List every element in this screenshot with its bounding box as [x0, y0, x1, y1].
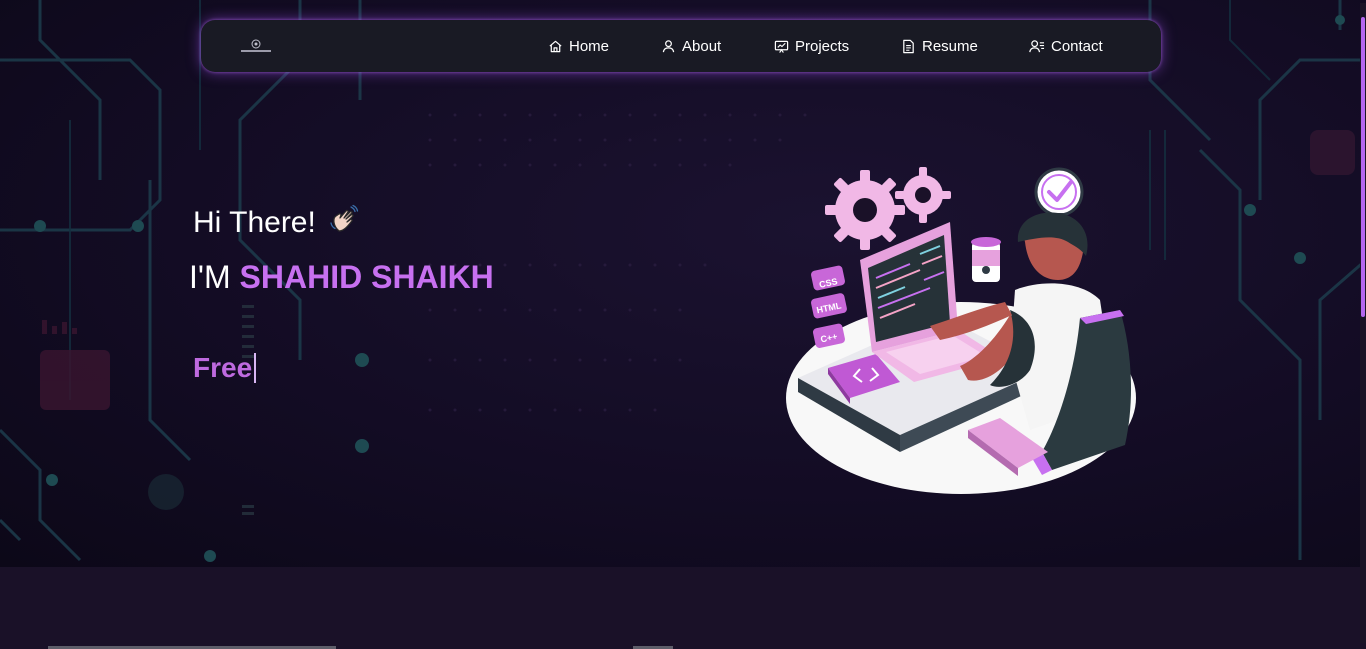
nav-projects-label: Projects [795, 37, 850, 55]
hero-name: SHAHID SHAIKH [239, 259, 494, 295]
home-icon [549, 40, 562, 52]
wave-emoji-icon [328, 203, 360, 243]
typewriter-text: Free [193, 352, 257, 384]
next-section [0, 567, 1366, 649]
code-tags: CSS HTML C++ [811, 265, 847, 348]
navbar: Home About Projects Resume Contact [201, 20, 1161, 72]
nav-resume-label: Resume [922, 37, 978, 55]
greeting-text: Hi There! [193, 206, 316, 239]
typed-text: Free [193, 352, 253, 383]
portfolio-page: Home About Projects Resume Contact Hi Th… [0, 0, 1366, 649]
user-icon [662, 39, 675, 52]
hero-name-line: I'M SHAHID SHAIKH [189, 259, 494, 296]
nav-home-label: Home [569, 37, 610, 55]
logo-icon [241, 39, 271, 52]
intro-prefix: I'M [189, 259, 231, 295]
nav-projects[interactable]: Projects [774, 36, 849, 56]
nav-about-label: About [682, 37, 722, 55]
gear-icon [825, 170, 905, 250]
developer-illustration: CSS HTML C++ [786, 167, 1136, 494]
site-logo[interactable] [239, 37, 273, 57]
hero-greeting: Hi There! [193, 203, 360, 243]
nav-resume[interactable]: Resume [901, 36, 978, 56]
nav-home[interactable]: Home [548, 36, 609, 56]
typing-cursor [254, 353, 257, 383]
hero-section: Home About Projects Resume Contact Hi Th… [0, 0, 1366, 567]
projects-icon [774, 40, 789, 53]
document-icon [903, 39, 914, 53]
contact-icon [1029, 39, 1045, 52]
scrollbar-thumb[interactable] [1361, 17, 1365, 317]
nav-contact[interactable]: Contact [1029, 36, 1103, 56]
nav-about[interactable]: About [661, 36, 721, 56]
nav-contact-label: Contact [1051, 37, 1103, 55]
page-scrollbar[interactable] [1360, 3, 1366, 643]
